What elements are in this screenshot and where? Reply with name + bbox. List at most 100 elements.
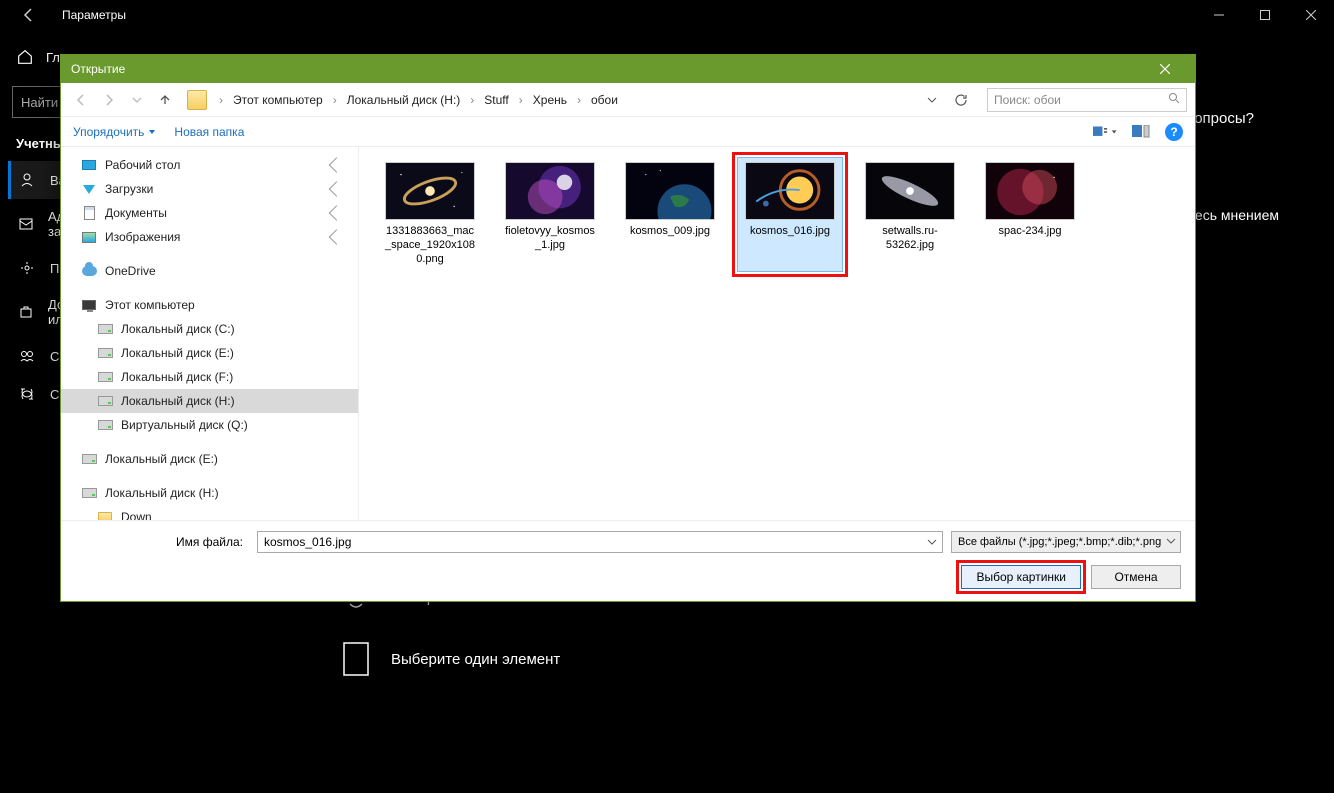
down-icon	[81, 181, 97, 197]
search-placeholder: Найти	[21, 95, 58, 110]
tree-item-label: Изображения	[105, 230, 180, 244]
drive-icon	[81, 485, 97, 501]
settings-title: Параметры	[62, 8, 126, 22]
file-name: setwalls.ru-53262.jpg	[862, 224, 958, 254]
breadcrumb-segment[interactable]: Хрень	[529, 91, 571, 109]
breadcrumb-segment[interactable]: Этот компьютер	[229, 91, 327, 109]
tree-item-label: Локальный диск (E:)	[121, 346, 234, 360]
select-row: Выберите один элемент	[339, 642, 1310, 676]
breadcrumb-segment[interactable]: Stuff	[480, 91, 512, 109]
new-folder-button[interactable]: Новая папка	[174, 125, 244, 139]
img-icon	[81, 229, 97, 245]
search-icon	[1168, 92, 1180, 107]
filename-value: kosmos_016.jpg	[264, 535, 351, 549]
help-icon[interactable]: ?	[1165, 123, 1183, 141]
tree-item-label: Загрузки	[105, 182, 153, 196]
nav-forward-button[interactable]	[97, 88, 121, 112]
refresh-button[interactable]	[947, 88, 975, 112]
chevron-right-icon: ›	[519, 93, 523, 107]
chevron-right-icon: ›	[577, 93, 581, 107]
file-name: 1331883663_mac_space_1920x1080.png	[382, 224, 478, 267]
desktop-icon	[81, 157, 97, 173]
breadcrumb[interactable]: › Этот компьютер › Локальный диск (H:) › Stuf…	[217, 91, 923, 109]
tree-item[interactable]: Загрузки	[61, 177, 358, 201]
view-mode-button[interactable]	[1093, 122, 1117, 142]
drive-icon	[97, 417, 113, 433]
dialog-title: Открытие	[71, 62, 125, 76]
settings-titlebar: Параметры	[0, 0, 1334, 30]
sidebar-item-icon	[18, 303, 34, 321]
sidebar-item-icon	[18, 171, 36, 189]
drive-icon	[81, 451, 97, 467]
breadcrumb-segment[interactable]: Локальный диск (H:)	[343, 91, 465, 109]
file-item[interactable]: setwalls.ru-53262.jpg	[857, 157, 963, 272]
breadcrumb-segment[interactable]: обои	[587, 91, 622, 109]
tree-item-label: Рабочий стол	[105, 158, 180, 172]
tree-item[interactable]: Локальный диск (E:)	[61, 341, 358, 365]
file-item[interactable]: kosmos_009.jpg	[617, 157, 723, 272]
tree-item[interactable]: OneDrive	[61, 259, 358, 283]
dialog-titlebar: Открытие	[61, 55, 1195, 83]
chevron-right-icon: ›	[219, 93, 223, 107]
file-item[interactable]: fioletovyy_kosmos_1.jpg	[497, 157, 603, 272]
nav-recent-button[interactable]	[125, 88, 149, 112]
folder-icon	[97, 509, 113, 520]
tree-item-label: OneDrive	[105, 264, 156, 278]
nav-up-button[interactable]	[153, 88, 177, 112]
sidebar-item-icon	[18, 215, 34, 233]
file-thumbnail	[745, 162, 835, 220]
file-thumbnail	[385, 162, 475, 220]
nav-back-button[interactable]	[69, 88, 93, 112]
tree-item[interactable]: Локальный диск (F:)	[61, 365, 358, 389]
dialog-close-button[interactable]	[1145, 55, 1185, 83]
file-thumbnail	[505, 162, 595, 220]
tree-item[interactable]: Локальный диск (E:)	[61, 447, 358, 471]
tree-item[interactable]: Локальный диск (H:)	[61, 389, 358, 413]
tree-item[interactable]: Локальный диск (H:)	[61, 481, 358, 505]
pc-icon	[81, 297, 97, 313]
search-placeholder: Поиск: обои	[994, 93, 1061, 107]
tree-item[interactable]: Рабочий стол	[61, 153, 358, 177]
tree-item[interactable]: Виртуальный диск (Q:)	[61, 413, 358, 437]
dialog-footer: Имя файла: kosmos_016.jpg Все файлы (*.j…	[61, 520, 1195, 601]
close-button[interactable]	[1288, 0, 1334, 30]
tree-item[interactable]: Документы	[61, 201, 358, 225]
tree-item[interactable]: Down	[61, 505, 358, 520]
open-button[interactable]: Выбор картинки	[961, 565, 1081, 589]
file-open-dialog: Открытие › Этот компьютер › Локальный диск …	[60, 54, 1196, 602]
tree-item-label: Локальный диск (E:)	[105, 452, 218, 466]
preview-pane-button[interactable]	[1129, 122, 1153, 142]
file-thumbnail	[985, 162, 1075, 220]
file-name: kosmos_016.jpg	[748, 224, 832, 240]
tree-item-label: Локальный диск (H:)	[121, 394, 235, 408]
file-type-filter[interactable]: Все файлы (*.jpg;*.jpeg;*.bmp;*.dib;*.pn…	[951, 531, 1181, 553]
tree-item[interactable]: Локальный диск (C:)	[61, 317, 358, 341]
maximize-button[interactable]	[1242, 0, 1288, 30]
file-item[interactable]: 1331883663_mac_space_1920x1080.png	[377, 157, 483, 272]
drive-icon	[97, 393, 113, 409]
tree-item[interactable]: Изображения	[61, 225, 358, 249]
folder-icon	[187, 90, 207, 110]
breadcrumb-dropdown[interactable]	[927, 95, 937, 105]
file-list[interactable]: 1331883663_mac_space_1920x1080.png fiolet…	[359, 147, 1195, 520]
filename-dropdown[interactable]	[924, 534, 940, 550]
file-name: spac-234.jpg	[997, 224, 1064, 240]
tree-item-label: Локальный диск (C:)	[121, 322, 235, 336]
organize-button[interactable]: Упорядочить	[73, 125, 156, 139]
filename-label: Имя файла:	[75, 535, 249, 549]
chevron-right-icon: ›	[333, 93, 337, 107]
filename-input[interactable]: kosmos_016.jpg	[257, 531, 943, 553]
dialog-toolbar: Упорядочить Новая папка ?	[61, 117, 1195, 147]
cancel-button[interactable]: Отмена	[1091, 565, 1181, 589]
chevron-right-icon: ›	[470, 93, 474, 107]
tree-item-label: Down	[121, 510, 152, 520]
tree-item[interactable]: Этот компьютер	[61, 293, 358, 317]
minimize-button[interactable]	[1196, 0, 1242, 30]
file-item[interactable]: spac-234.jpg	[977, 157, 1083, 272]
sidebar-item-icon	[18, 259, 36, 277]
back-button[interactable]	[14, 0, 44, 30]
folder-tree[interactable]: Рабочий стол Загрузки Документы Изображения…	[61, 147, 359, 520]
dialog-search-input[interactable]: Поиск: обои	[987, 88, 1187, 112]
file-item[interactable]: kosmos_016.jpg	[737, 157, 843, 272]
drive-icon	[97, 321, 113, 337]
